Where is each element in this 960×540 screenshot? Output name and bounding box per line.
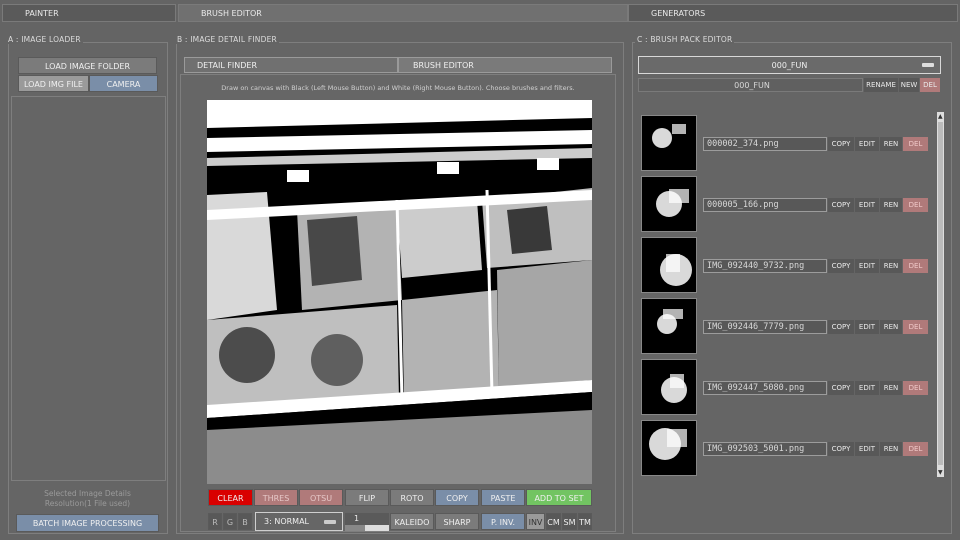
- brush-pack-select-value: 000_FUN: [771, 61, 808, 70]
- tab-painter[interactable]: PAINTER: [2, 4, 176, 22]
- roto-button[interactable]: ROTO: [390, 489, 434, 506]
- cm-button[interactable]: CM: [546, 513, 561, 530]
- p-inv-button[interactable]: P. INV.: [481, 513, 525, 530]
- blend-mode-dropdown[interactable]: 3: NORMAL: [255, 512, 343, 531]
- brush-thumbnail[interactable]: [641, 420, 697, 476]
- inv-button[interactable]: INV: [526, 513, 545, 530]
- delete-brush-button[interactable]: DEL: [903, 320, 928, 334]
- add-to-set-button[interactable]: ADD TO SET: [526, 489, 592, 506]
- brush-pack-select[interactable]: 000_FUN: [638, 56, 941, 74]
- brush-name-field[interactable]: IMG_092447_5080.png: [703, 381, 827, 395]
- load-image-folder-button[interactable]: LOAD IMAGE FOLDER: [18, 57, 157, 74]
- sm-button[interactable]: SM: [562, 513, 577, 530]
- brush-name-field[interactable]: IMG_092446_7779.png: [703, 320, 827, 334]
- brush-list[interactable]: 000002_374.png COPY EDIT REN DEL 000005_166.…: [637, 112, 937, 477]
- tab-brush-editor-inner[interactable]: BRUSH EDITOR: [398, 57, 612, 73]
- copy-brush-button[interactable]: COPY: [828, 442, 854, 456]
- g-channel-button[interactable]: G: [223, 513, 237, 530]
- flip-button[interactable]: FLIP: [345, 489, 389, 506]
- blend-mode-value: 3: NORMAL: [264, 517, 309, 526]
- brush-pack-name-input[interactable]: 000_FUN: [638, 78, 863, 92]
- copy-brush-button[interactable]: COPY: [828, 198, 854, 212]
- brush-name-field[interactable]: 000002_374.png: [703, 137, 827, 151]
- brush-list-item[interactable]: IMG_092447_5080.png COPY EDIT REN DEL: [637, 359, 937, 417]
- rename-pack-button[interactable]: RENAME: [864, 78, 898, 92]
- brush-name-field[interactable]: IMG_092440_9732.png: [703, 259, 827, 273]
- details-line-1: Selected Image Details: [44, 489, 131, 498]
- brush-list-item[interactable]: IMG_092446_7779.png COPY EDIT REN DEL: [637, 298, 937, 356]
- camera-button[interactable]: CAMERA: [89, 75, 158, 92]
- brush-list-scrollbar[interactable]: ▲ ▼: [937, 112, 944, 477]
- edit-brush-button[interactable]: EDIT: [855, 137, 879, 151]
- rename-brush-button[interactable]: REN: [880, 442, 902, 456]
- rename-brush-button[interactable]: REN: [880, 198, 902, 212]
- brush-list-item[interactable]: IMG_092440_9732.png COPY EDIT REN DEL: [637, 237, 937, 295]
- tab-generators[interactable]: GENERATORS: [628, 4, 958, 22]
- copy-brush-button[interactable]: COPY: [828, 320, 854, 334]
- canvas-image: [207, 100, 592, 484]
- brush-list-item[interactable]: IMG_092503_5001.png COPY EDIT REN DEL: [637, 420, 937, 477]
- rename-brush-button[interactable]: REN: [880, 381, 902, 395]
- rename-brush-button[interactable]: REN: [880, 137, 902, 151]
- panel-c-title: C : BRUSH PACK EDITOR: [635, 35, 735, 44]
- brush-thumbnail[interactable]: [641, 176, 697, 232]
- copy-brush-button[interactable]: COPY: [828, 137, 854, 151]
- clear-button[interactable]: CLEAR: [208, 489, 253, 506]
- tab-brush-editor[interactable]: BRUSH EDITOR: [178, 4, 628, 22]
- paste-button[interactable]: PASTE: [481, 489, 525, 506]
- dropdown-arrow-icon: [324, 520, 336, 524]
- sharp-button[interactable]: SHARP: [435, 513, 479, 530]
- brush-list-item[interactable]: 000002_374.png COPY EDIT REN DEL: [637, 115, 937, 173]
- brush-thumbnail[interactable]: [641, 237, 697, 293]
- load-img-file-button[interactable]: LOAD IMG FILE: [18, 75, 89, 92]
- scroll-down-icon[interactable]: ▼: [938, 469, 943, 476]
- brush-name-field[interactable]: IMG_092503_5001.png: [703, 442, 827, 456]
- copy-brush-button[interactable]: COPY: [828, 381, 854, 395]
- brush-name-field[interactable]: 000005_166.png: [703, 198, 827, 212]
- delete-pack-button[interactable]: DEL: [920, 78, 940, 92]
- kaleido-button[interactable]: KALEIDO: [390, 513, 434, 530]
- brush-thumbnail[interactable]: [641, 359, 697, 415]
- rename-brush-button[interactable]: REN: [880, 320, 902, 334]
- slider-handle[interactable]: [345, 525, 365, 531]
- copy-button[interactable]: COPY: [435, 489, 479, 506]
- scroll-up-icon[interactable]: ▲: [938, 113, 943, 120]
- panel-a-title: A : IMAGE LOADER: [6, 35, 83, 44]
- edit-brush-button[interactable]: EDIT: [855, 320, 879, 334]
- brush-size-slider[interactable]: 1: [345, 513, 389, 531]
- delete-brush-button[interactable]: DEL: [903, 198, 928, 212]
- canvas-instructions: Draw on canvas with Black (Left Mouse Bu…: [221, 84, 575, 92]
- copy-brush-button[interactable]: COPY: [828, 259, 854, 273]
- batch-image-processing-button[interactable]: BATCH IMAGE PROCESSING: [16, 514, 159, 532]
- delete-brush-button[interactable]: DEL: [903, 137, 928, 151]
- dropdown-arrow-icon: [922, 63, 934, 67]
- tm-button[interactable]: TM: [578, 513, 592, 530]
- brush-thumbnail[interactable]: [641, 115, 697, 171]
- selected-image-details: Selected Image Details Resolution(1 File…: [20, 489, 155, 509]
- thres-button[interactable]: THRES: [254, 489, 298, 506]
- drawing-canvas[interactable]: [207, 100, 592, 484]
- panel-b-title: B : IMAGE DETAIL FINDER: [175, 35, 279, 44]
- new-pack-button[interactable]: NEW: [899, 78, 919, 92]
- edit-brush-button[interactable]: EDIT: [855, 198, 879, 212]
- b-channel-button[interactable]: B: [238, 513, 252, 530]
- tab-detail-finder[interactable]: DETAIL FINDER: [184, 57, 398, 73]
- edit-brush-button[interactable]: EDIT: [855, 259, 879, 273]
- delete-brush-button[interactable]: DEL: [903, 442, 928, 456]
- otsu-button[interactable]: OTSU: [299, 489, 343, 506]
- edit-brush-button[interactable]: EDIT: [855, 381, 879, 395]
- slider-value: 1: [354, 514, 360, 523]
- edit-brush-button[interactable]: EDIT: [855, 442, 879, 456]
- scroll-thumb[interactable]: [938, 122, 943, 465]
- r-channel-button[interactable]: R: [208, 513, 222, 530]
- details-line-2: Resolution(1 File used): [44, 499, 131, 508]
- brush-thumbnail[interactable]: [641, 298, 697, 354]
- delete-brush-button[interactable]: DEL: [903, 381, 928, 395]
- image-list-area[interactable]: [11, 96, 166, 481]
- delete-brush-button[interactable]: DEL: [903, 259, 928, 273]
- brush-list-item[interactable]: 000005_166.png COPY EDIT REN DEL: [637, 176, 937, 234]
- rename-brush-button[interactable]: REN: [880, 259, 902, 273]
